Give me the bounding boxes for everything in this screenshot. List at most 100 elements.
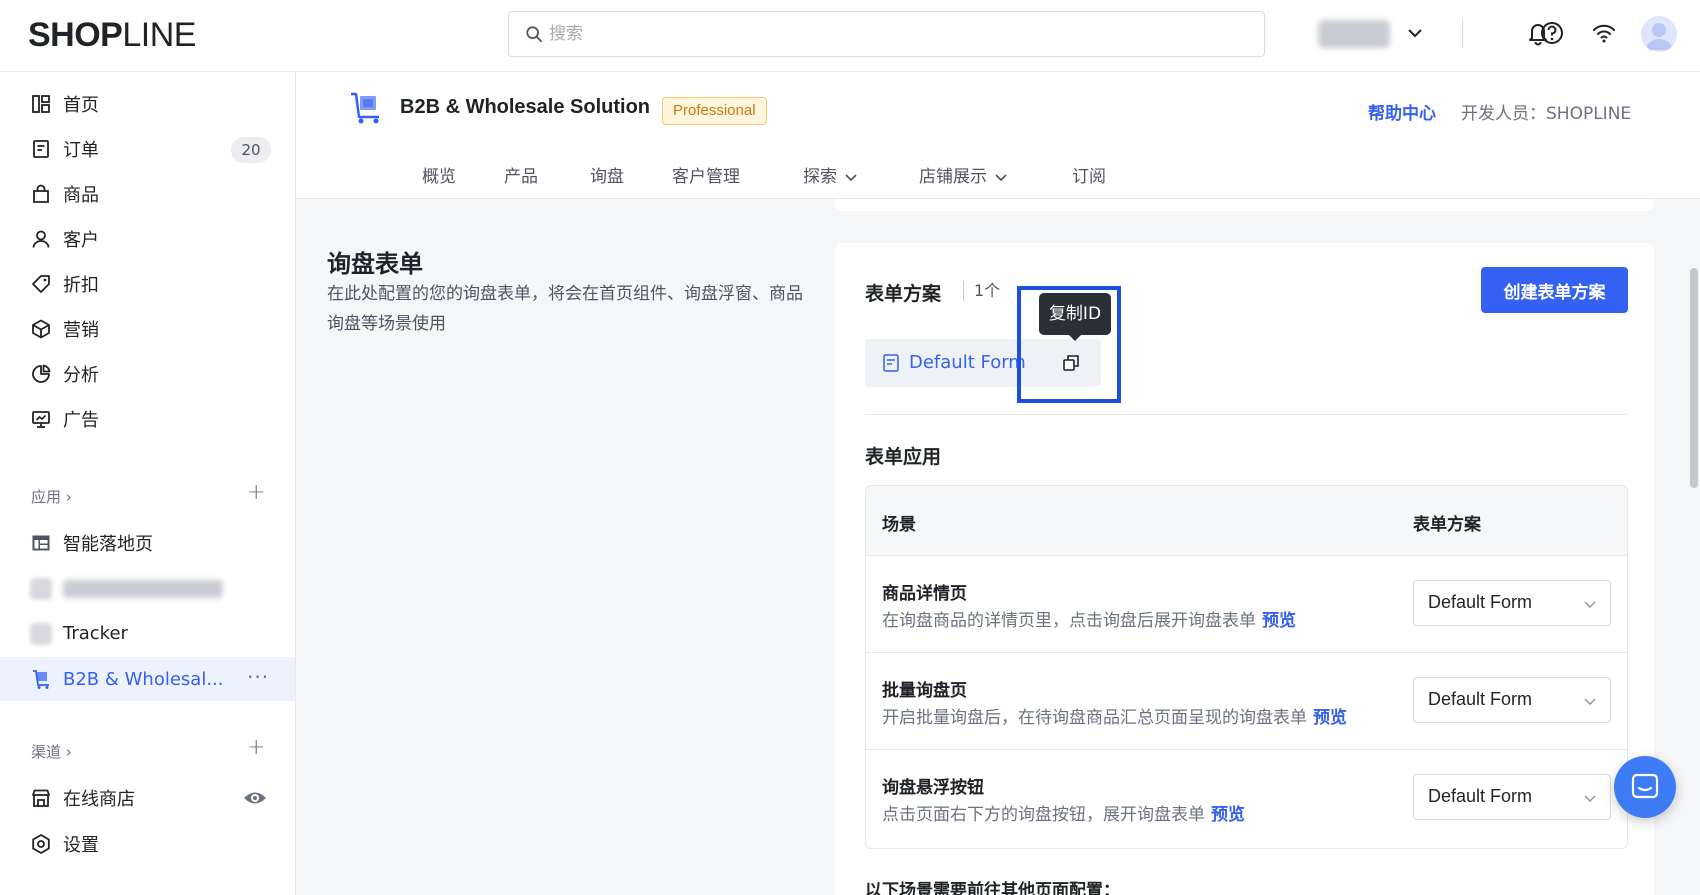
chat-button[interactable] xyxy=(1614,756,1676,818)
gear-icon xyxy=(32,834,50,854)
sidebar-item-orders[interactable]: 订单 20 xyxy=(0,127,295,171)
scene-description: 点击页面右下方的询盘按钮，展开询盘表单 预览 xyxy=(882,800,1245,825)
form-icon xyxy=(883,354,899,372)
wifi-icon[interactable] xyxy=(1590,19,1618,47)
search-icon xyxy=(526,26,543,43)
scene-name: 批量询盘页 xyxy=(882,681,967,701)
sidebar-app-tracker[interactable]: Tracker xyxy=(0,611,295,655)
chevron-down-icon[interactable] xyxy=(1404,22,1426,44)
sidebar-item-label: 客户 xyxy=(63,230,99,251)
previous-card-bottom xyxy=(835,199,1654,211)
form-scheme-select[interactable]: Default Form xyxy=(1413,677,1611,723)
shopline-logo[interactable]: SHOPLINE xyxy=(28,16,196,55)
tab-products[interactable]: 产品 xyxy=(504,162,538,187)
chevron-down-icon xyxy=(845,174,857,182)
tab-explore[interactable]: 探索 xyxy=(803,162,859,187)
sidebar-item-label: 分析 xyxy=(63,365,99,386)
add-app-button[interactable]: + xyxy=(247,480,265,505)
sidebar-item-label: 设置 xyxy=(63,835,99,856)
form-scheme-select[interactable]: Default Form xyxy=(1413,774,1611,820)
search-box[interactable] xyxy=(508,11,1265,57)
sidebar-app-landing-page[interactable]: 智能落地页 xyxy=(0,521,295,565)
sidebar-item-label: 智能落地页 xyxy=(63,534,153,555)
tag-icon xyxy=(32,275,50,293)
inquiry-form-card: 表单方案 1个 创建表单方案 Default Form 复制ID 表单应用 场景… xyxy=(835,243,1654,895)
sidebar-item-label: 首页 xyxy=(63,95,99,116)
chevron-down-icon xyxy=(995,174,1007,182)
order-count-badge: 20 xyxy=(231,137,271,163)
b2b-app-icon xyxy=(33,670,49,689)
sidebar-item-analytics[interactable]: 分析 xyxy=(0,352,295,396)
sidebar-item-products[interactable]: 商品 xyxy=(0,172,295,216)
sidebar-item-online-store[interactable]: 在线商店 xyxy=(0,776,295,820)
main-content: 询盘表单 在此处配置的您的询盘表单，将会在首页组件、询盘浮窗、商品询盘等场景使用… xyxy=(296,199,1700,895)
tab-subscription[interactable]: 订阅 xyxy=(1072,162,1106,187)
column-header-scene: 场景 xyxy=(882,515,916,535)
tracker-icon xyxy=(30,623,52,645)
scene-description-text: 点击页面右下方的询盘按钮，展开询盘表单 xyxy=(882,805,1205,825)
chevron-right-icon: › xyxy=(65,743,72,761)
form-application-table: 场景 表单方案 商品详情页 在询盘商品的详情页里，点击询盘后展开询盘表单 预览 D… xyxy=(865,485,1628,849)
b2b-app-logo-icon xyxy=(351,92,379,124)
add-channel-button[interactable]: + xyxy=(247,735,265,760)
cube-icon xyxy=(32,319,50,339)
avatar[interactable] xyxy=(1641,16,1677,52)
sidebar-item-discounts[interactable]: 折扣 xyxy=(0,262,295,306)
user-avatar-icon xyxy=(1646,23,1672,50)
sidebar-app-b2b[interactable]: B2B & Wholesal... ··· xyxy=(0,657,295,701)
sidebar-item-settings[interactable]: 设置 xyxy=(0,822,295,866)
selected-value: Default Form xyxy=(1428,592,1533,612)
section-description: 在此处配置的您的询盘表单，将会在首页组件、询盘浮窗、商品询盘等场景使用 xyxy=(327,284,803,334)
form-schemes-title: 表单方案 xyxy=(865,283,942,305)
form-scheme-select[interactable]: Default Form xyxy=(1413,580,1611,626)
scene-name: 询盘悬浮按钮 xyxy=(882,778,984,798)
tab-overview[interactable]: 概览 xyxy=(422,162,456,187)
sidebar-item-ads[interactable]: 广告 xyxy=(0,397,295,441)
help-icon[interactable] xyxy=(1538,19,1566,47)
channels-title-text: 渠道 xyxy=(31,743,62,761)
create-form-scheme-button[interactable]: 创建表单方案 xyxy=(1481,267,1628,313)
tab-inquiry[interactable]: 询盘 xyxy=(590,162,624,187)
help-center-link[interactable]: 帮助中心 xyxy=(1368,99,1436,124)
preview-link[interactable]: 预览 xyxy=(1313,708,1347,728)
divider xyxy=(1462,20,1463,48)
sidebar-item-label: 在线商店 xyxy=(63,789,135,810)
table-row: 批量询盘页 开启批量询盘后，在待询盘商品汇总页面呈现的询盘表单 预览 Defaul… xyxy=(866,653,1627,750)
scene-description-text: 在询盘商品的详情页里，点击询盘后展开询盘表单 xyxy=(882,611,1256,631)
tab-customer-management[interactable]: 客户管理 xyxy=(672,162,740,187)
sidebar-item-home[interactable]: 首页 xyxy=(0,82,295,126)
tab-explore-label: 探索 xyxy=(803,167,837,187)
order-icon xyxy=(33,140,49,158)
apps-section-title[interactable]: 应用 › xyxy=(31,486,72,507)
preview-link[interactable]: 预览 xyxy=(1211,805,1245,825)
plan-badge: Professional xyxy=(662,97,767,125)
sidebar-item-label: Tracker xyxy=(63,622,128,644)
search-input[interactable] xyxy=(549,12,1249,56)
divider xyxy=(865,414,1628,415)
page-scrollbar[interactable] xyxy=(1690,268,1698,488)
chevron-right-icon: › xyxy=(65,488,72,506)
chevron-down-icon xyxy=(1584,795,1596,802)
app-header: B2B & Wholesale Solution Professional 帮助… xyxy=(296,72,1700,199)
more-options-icon[interactable]: ··· xyxy=(247,665,269,689)
channels-section-title[interactable]: 渠道 › xyxy=(31,741,72,762)
eye-icon[interactable] xyxy=(243,788,267,808)
sidebar-item-customers[interactable]: 客户 xyxy=(0,217,295,261)
logo-text-thin: LINE xyxy=(122,16,196,54)
developer-label: 开发人员：SHOPLINE xyxy=(1461,104,1632,124)
sidebar-item-marketing[interactable]: 营销 xyxy=(0,307,295,351)
store-name-blurred[interactable] xyxy=(1318,20,1390,48)
tab-store-display-label: 店铺展示 xyxy=(919,167,987,187)
selected-value: Default Form xyxy=(1428,689,1533,709)
tab-store-display[interactable]: 店铺展示 xyxy=(919,162,1009,187)
table-header: 场景 表单方案 xyxy=(866,486,1627,556)
sidebar-item-label: B2B & Wholesal... xyxy=(63,668,224,690)
preview-link[interactable]: 预览 xyxy=(1262,611,1296,631)
default-form-label: Default Form xyxy=(909,352,1026,373)
sidebar-item-label: 广告 xyxy=(63,410,99,431)
chat-icon xyxy=(1631,773,1659,799)
chevron-down-icon xyxy=(1584,601,1596,608)
section-title: 询盘表单 xyxy=(327,250,423,278)
sidebar-app-blurred[interactable] xyxy=(0,566,295,610)
apps-title-text: 应用 xyxy=(31,488,62,506)
